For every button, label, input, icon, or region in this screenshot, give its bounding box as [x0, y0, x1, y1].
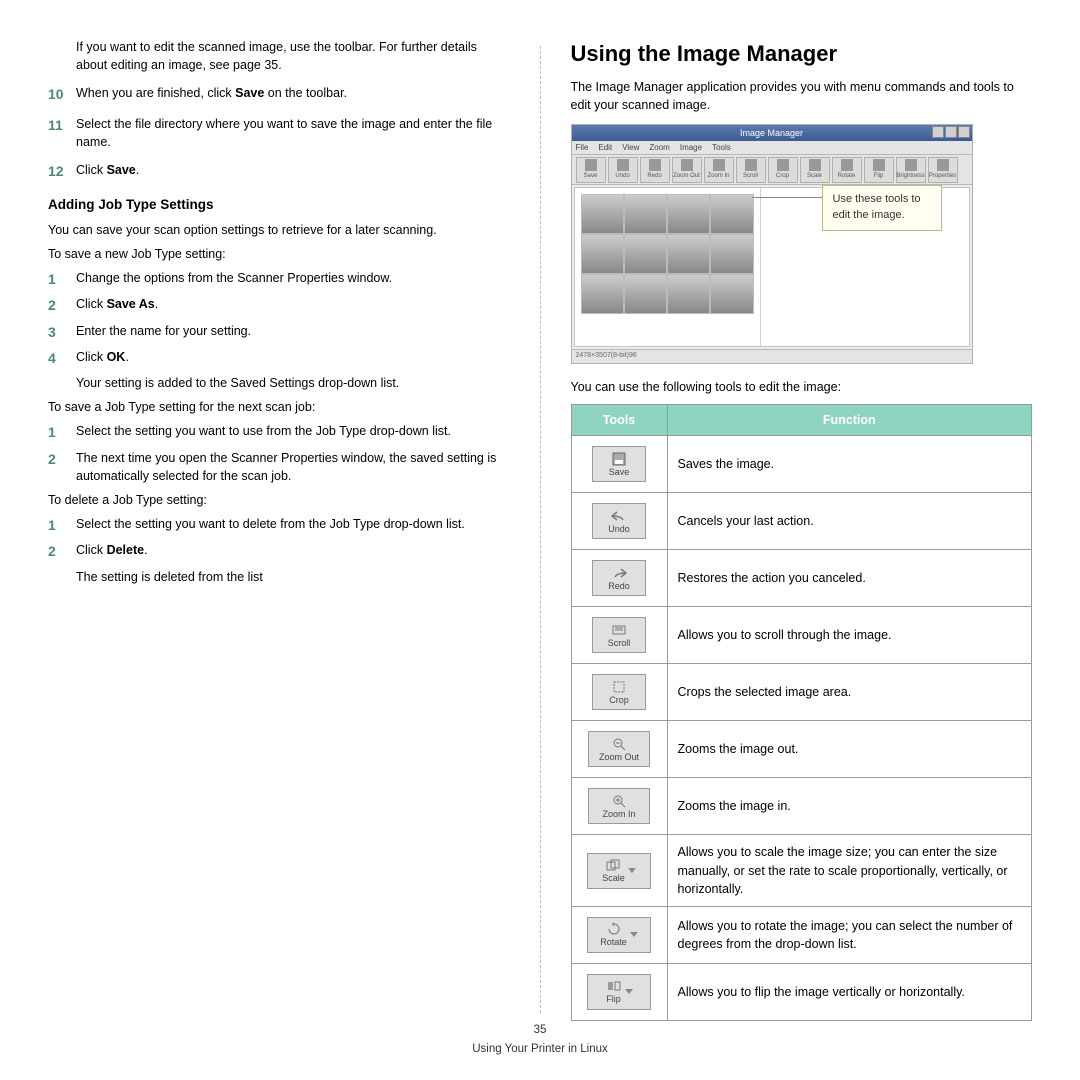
table-row: Zoom OutZooms the image out. [571, 721, 1032, 778]
scale-tool: Scale [587, 853, 651, 889]
tb-redo: Redo [640, 157, 670, 183]
menu-bar: FileEditViewZoomImageTools [572, 141, 972, 155]
substep: 1Select the setting you want to delete f… [48, 515, 510, 535]
toolbar: Save Undo Redo Zoom Out Zoom In Scroll C… [572, 155, 972, 185]
crop-icon [611, 680, 627, 694]
tb-properties: Properties [928, 157, 958, 183]
callout-line [752, 197, 822, 198]
paragraph: The Image Manager application provides y… [571, 78, 1033, 114]
substep: 1Select the setting you want to use from… [48, 422, 510, 442]
paragraph: To save a new Job Type setting: [48, 245, 510, 263]
tb-brightness: Brightness [896, 157, 926, 183]
tb-zoomin: Zoom In [704, 157, 734, 183]
redo-tool: Redo [592, 560, 646, 596]
table-row: Rotate Allows you to rotate the image; y… [571, 906, 1032, 963]
undo-tool: Undo [592, 503, 646, 539]
zoom-in-icon [611, 794, 627, 808]
table-row: CropCrops the selected image area. [571, 664, 1032, 721]
scale-icon [605, 858, 621, 872]
tb-save: Save [576, 157, 606, 183]
undo-icon [611, 509, 627, 523]
rotate-icon [606, 922, 622, 936]
crop-tool: Crop [592, 674, 646, 710]
step-12: 12 Click Save. [48, 161, 510, 181]
callout-box: Use these tools to edit the image. [822, 185, 942, 231]
th-function: Function [667, 405, 1032, 436]
window-controls [932, 126, 970, 138]
column-divider [540, 46, 541, 1013]
table-intro: You can use the following tools to edit … [571, 378, 1033, 396]
tb-rotate: Rotate [832, 157, 862, 183]
note: The setting is deleted from the list [48, 568, 510, 586]
tools-table: Tools Function SaveSaves the image. Undo… [571, 404, 1033, 1021]
image-manager-screenshot: Image Manager FileEditViewZoomImageTools… [571, 124, 973, 364]
flip-tool: Flip [587, 974, 651, 1010]
scroll-icon [611, 623, 627, 637]
substep: 1Change the options from the Scanner Pro… [48, 269, 510, 289]
substep: 2The next time you open the Scanner Prop… [48, 449, 510, 485]
table-row: Flip Allows you to flip the image vertic… [571, 963, 1032, 1020]
paragraph: To save a Job Type setting for the next … [48, 398, 510, 416]
tb-crop: Crop [768, 157, 798, 183]
paragraph: You can save your scan option settings t… [48, 221, 510, 239]
substep: 2Click Save As. [48, 295, 510, 315]
tb-flip: Flip [864, 157, 894, 183]
page-number: 35 [0, 1022, 1080, 1039]
redo-icon [611, 566, 627, 580]
dropdown-arrow-icon [628, 868, 636, 873]
table-row: ScrollAllows you to scroll through the i… [571, 607, 1032, 664]
tb-scroll: Scroll [736, 157, 766, 183]
zoom-out-icon [611, 737, 627, 751]
step-11: 11 Select the file directory where you w… [48, 115, 510, 151]
substep: 2Click Delete. [48, 541, 510, 561]
table-row: SaveSaves the image. [571, 436, 1032, 493]
save-icon [611, 452, 627, 466]
heading-job-type: Adding Job Type Settings [48, 195, 510, 215]
zoom-in-tool: Zoom In [588, 788, 650, 824]
tb-undo: Undo [608, 157, 638, 183]
substep: 3Enter the name for your setting. [48, 322, 510, 342]
th-tools: Tools [571, 405, 667, 436]
step-10: 10 When you are finished, click Save on … [48, 84, 510, 104]
table-row: RedoRestores the action you canceled. [571, 550, 1032, 607]
window-title: Image Manager [572, 125, 972, 141]
substep: 4Click OK. [48, 348, 510, 368]
table-row: Scale Allows you to scale the image size… [571, 835, 1032, 906]
paragraph: To delete a Job Type setting: [48, 491, 510, 509]
intro-text: If you want to edit the scanned image, u… [48, 38, 510, 74]
tb-scale: Scale [800, 157, 830, 183]
footer-title: Using Your Printer in Linux [0, 1041, 1080, 1058]
zoom-out-tool: Zoom Out [588, 731, 650, 767]
save-tool: Save [592, 446, 646, 482]
rotate-tool: Rotate [587, 917, 651, 953]
table-row: Zoom InZooms the image in. [571, 778, 1032, 835]
dropdown-arrow-icon [625, 989, 633, 994]
scroll-tool: Scroll [592, 617, 646, 653]
status-bar: 2478×3507(8-bit)96 [572, 349, 972, 363]
tb-zoomout: Zoom Out [672, 157, 702, 183]
note: Your setting is added to the Saved Setti… [48, 374, 510, 392]
footer: 35 Using Your Printer in Linux [0, 1022, 1080, 1058]
thumbnail-panel [575, 188, 761, 346]
heading-image-manager: Using the Image Manager [571, 38, 1033, 70]
flip-icon [606, 979, 622, 993]
table-row: UndoCancels your last action. [571, 493, 1032, 550]
dropdown-arrow-icon [630, 932, 638, 937]
